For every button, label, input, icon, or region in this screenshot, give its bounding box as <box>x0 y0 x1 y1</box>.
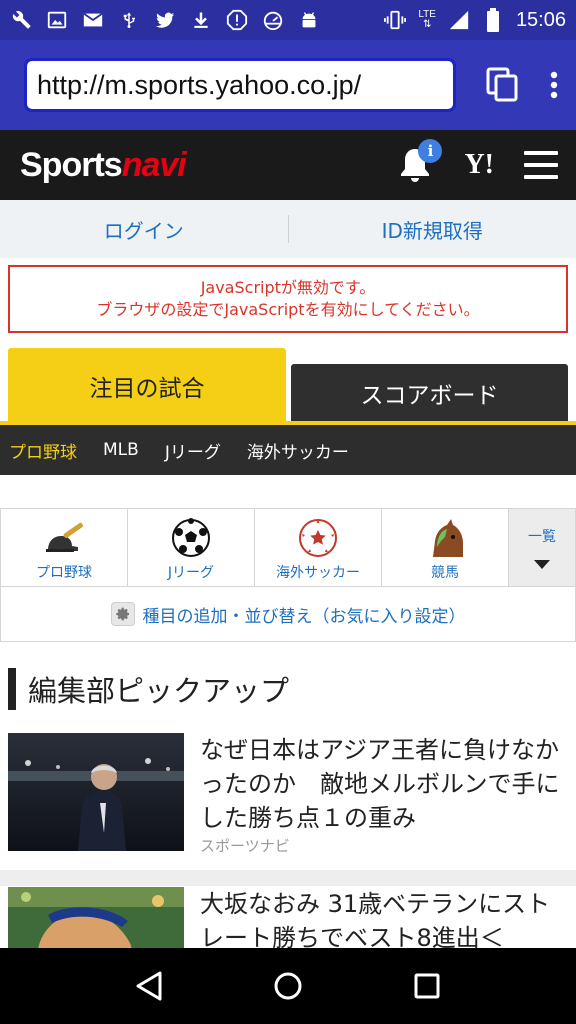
all-sports-toggle[interactable]: 一覧 <box>509 509 575 586</box>
auth-row: ログイン ID新規取得 <box>0 200 576 258</box>
sportsnavi-logo[interactable]: Sportsnavi <box>20 145 187 185</box>
overflow-menu-icon[interactable] <box>550 71 558 99</box>
notification-bell-icon[interactable]: i <box>396 139 443 185</box>
article-separator <box>0 870 576 886</box>
horse-icon <box>423 516 467 560</box>
sport-item-overseas-soccer[interactable]: 海外サッカー <box>255 509 382 586</box>
yahoo-logo[interactable]: Y! <box>464 149 494 181</box>
tab-scoreboard[interactable]: スコアボード <box>291 364 568 422</box>
favorites-settings-link[interactable]: 種目の追加・並び替え（お気に入り設定） <box>1 587 575 641</box>
register-link[interactable]: ID新規取得 <box>289 215 576 244</box>
section-title: 編集部ピックアップ <box>28 674 290 708</box>
alert-icon <box>226 9 248 31</box>
system-navigation-bar <box>0 948 576 1024</box>
article-item[interactable]: 大坂なおみ 31歳ベテランにストレート勝ちでベスト8進出＜ <box>8 887 568 955</box>
settings-label: 種目の追加・並び替え（お気に入り設定） <box>142 606 466 627</box>
article-source: スポーツナビ <box>200 837 290 855</box>
sport-item-j-league[interactable]: Jリーグ <box>128 509 255 586</box>
article-thumbnail <box>8 733 184 851</box>
sport-nav-j-league[interactable]: Jリーグ <box>165 438 221 463</box>
sport-nav-bar: プロ野球 MLB Jリーグ 海外サッカー <box>0 425 576 475</box>
twitter-icon <box>154 9 176 31</box>
sport-favorites-grid: プロ野球 Jリーグ 海外サッカー 競馬 一覧 種目の追加・並び替え（お気に入り設… <box>0 508 576 642</box>
all-sports-label: 一覧 <box>528 529 556 545</box>
javascript-warning: JavaScriptが無効です。 ブラウザの設定でJavaScriptを有効にし… <box>8 265 568 333</box>
section-heading-bar <box>8 668 16 710</box>
network-type-label: LTE ⇅ <box>418 9 436 30</box>
download-icon <box>190 9 212 31</box>
mail-icon <box>82 9 104 31</box>
image-icon <box>46 9 68 31</box>
vibrate-icon <box>384 9 407 31</box>
sport-item-horse-racing[interactable]: 競馬 <box>382 509 509 586</box>
article-item[interactable]: なぜ日本はアジア王者に負けなかったのか 敵地メルボルンで手にした勝ち点１の重み … <box>8 733 568 856</box>
main-tabs: 注目の試合 スコアボード <box>0 348 576 424</box>
usb-icon <box>118 9 140 31</box>
clock-time: 15:06 <box>515 8 566 31</box>
tab-featured-games[interactable]: 注目の試合 <box>8 348 286 424</box>
signal-icon <box>448 9 470 31</box>
logo-sports-text: Sports <box>20 145 123 184</box>
article-thumbnail <box>8 887 184 949</box>
battery-icon <box>482 8 504 32</box>
recents-icon[interactable] <box>407 966 447 1006</box>
baseball-icon <box>42 516 86 560</box>
warning-line-2: ブラウザの設定でJavaScriptを有効にしてください。 <box>96 300 480 319</box>
sport-label: プロ野球 <box>36 565 92 581</box>
sport-nav-mlb[interactable]: MLB <box>103 440 139 460</box>
warning-line-1: JavaScriptが無効です。 <box>200 278 376 297</box>
url-field[interactable]: http://m.sports.yahoo.co.jp/ <box>24 58 456 112</box>
notification-badge: i <box>418 139 443 163</box>
sport-label: 海外サッカー <box>276 565 360 581</box>
sport-nav-overseas-soccer[interactable]: 海外サッカー <box>247 438 349 463</box>
url-text: http://m.sports.yahoo.co.jp/ <box>37 69 362 100</box>
logo-navi-text: navi <box>121 145 187 184</box>
hamburger-menu-icon[interactable] <box>524 151 558 179</box>
home-icon[interactable] <box>268 966 308 1006</box>
site-header: Sportsnavi i Y! <box>0 130 576 200</box>
chevron-down-icon <box>534 560 550 569</box>
back-icon[interactable] <box>129 966 169 1006</box>
wrench-icon <box>10 9 32 31</box>
sport-item-pro-baseball[interactable]: プロ野球 <box>1 509 128 586</box>
status-bar: LTE ⇅ 15:06 <box>0 0 576 40</box>
login-link[interactable]: ログイン <box>0 215 288 244</box>
tab-switcher-icon[interactable] <box>486 67 520 103</box>
sport-nav-pro-baseball[interactable]: プロ野球 <box>9 438 77 463</box>
article-headline: 大坂なおみ 31歳ベテランにストレート勝ちでベスト8進出＜ <box>200 890 551 952</box>
section-heading: 編集部ピックアップ <box>8 668 289 710</box>
sport-label: Jリーグ <box>167 565 215 581</box>
gear-icon <box>110 602 135 626</box>
sport-label: 競馬 <box>431 565 459 581</box>
browser-toolbar: http://m.sports.yahoo.co.jp/ <box>0 40 576 130</box>
star-ball-icon <box>296 516 340 560</box>
speedometer-icon <box>262 9 284 31</box>
soccer-ball-icon <box>169 516 213 560</box>
android-icon <box>298 9 320 31</box>
article-headline: なぜ日本はアジア王者に負けなかったのか 敵地メルボルンで手にした勝ち点１の重み <box>200 736 560 832</box>
